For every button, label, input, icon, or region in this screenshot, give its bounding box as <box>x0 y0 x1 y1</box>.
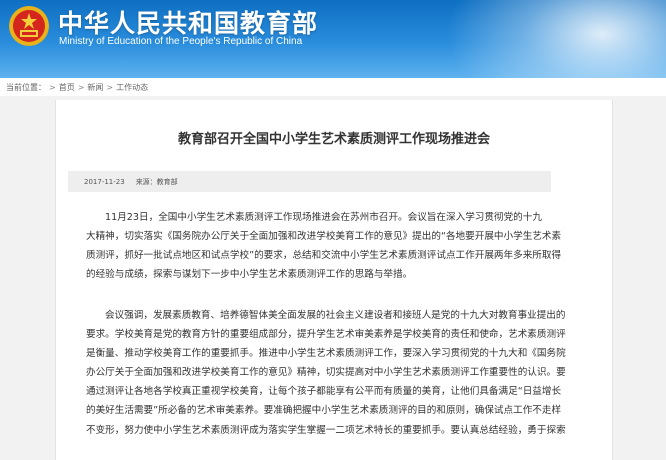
article-paragraph-2: 会议强调，发展素质教育、培养德智体美全面发展的社会主义建设者和接班人是党的十九大… <box>86 306 588 440</box>
breadcrumb-news[interactable]: 新闻 <box>87 82 103 93</box>
paragraph-line: 11月23日，全国中小学生艺术素质测评工作现场推进会在苏州市召开。会议旨在深入学… <box>105 212 542 223</box>
article-date: 2017-11-23 <box>84 177 125 186</box>
breadcrumb-home[interactable]: 首页 <box>59 82 75 93</box>
paragraph-line: 的美好生活需要”所必备的艺术审美素养。要准确把握中小学生艺术素质测评的目的和原则… <box>86 405 562 417</box>
paragraph-line: 的经验与成绩，探索与谋划下一步中小学生艺术素质测评工作的思路与举措。 <box>86 269 413 281</box>
breadcrumb-separator: > <box>106 82 114 92</box>
paragraph-line: 是衡量、推动学校美育工作的重要抓手。推进中小学生艺术素质测评工作，要深入学习贯彻… <box>86 348 566 360</box>
breadcrumb: 当前位置： > 首页 > 新闻 > 工作动态 <box>0 78 666 96</box>
paragraph-line: 不变形，努力使中小学生艺术素质测评成为落实学生掌握一二项艺术特长的重要抓手。要认… <box>86 424 566 436</box>
article-source: 来源：教育部 <box>135 177 178 186</box>
breadcrumb-separator: > <box>49 82 56 92</box>
article-panel: 教育部召开全国中小学生艺术素质测评工作现场推进会 2017-11-23 来源：教… <box>55 100 613 460</box>
paragraph-line: 要求。学校美育是党的教育方针的重要组成部分，提升学生艺术审美素养是学校美育的责任… <box>86 329 566 341</box>
paragraph-line: 会议强调，发展素质教育、培养德智体美全面发展的社会主义建设者和接班人是党的十九大… <box>105 310 566 321</box>
paragraph-line: 通过测评让各地各学校真正重视学校美育，让每个孩子都能享有公平而有质量的美育，让他… <box>86 386 562 398</box>
breadcrumb-label: 当前位置： <box>6 82 46 92</box>
article-meta: 2017-11-23 来源：教育部 <box>68 171 551 192</box>
paragraph-line: 质测评，抓好一批试点地区和试点学校”的要求，总结和交流中小学生艺术素质测评试点工… <box>86 250 562 262</box>
site-title[interactable]: 中华人民共和国教育部 <box>58 4 318 40</box>
national-emblem-logo[interactable] <box>8 5 50 47</box>
article-paragraph-1: 11月23日，全国中小学生艺术素质测评工作现场推进会在苏州市召开。会议旨在深入学… <box>86 208 588 284</box>
dandelion-decoration <box>446 0 666 78</box>
article-title: 教育部召开全国中小学生艺术素质测评工作现场推进会 <box>177 132 490 147</box>
site-banner: 中华人民共和国教育部 Ministry of Education of the … <box>0 0 666 78</box>
breadcrumb-work-updates[interactable]: 工作动态 <box>116 82 148 93</box>
paragraph-line: 办公厅关于全面加强和改进学校美育工作的意见》精神，切实提高对中小学生艺术素质测评… <box>86 367 566 379</box>
site-subtitle: Ministry of Education of the People's Re… <box>59 36 303 47</box>
paragraph-line: 大精神，切实落实《国务院办公厅关于全面加强和改进学校美育工作的意见》提出的“各地… <box>86 231 562 243</box>
breadcrumb-separator: > <box>77 82 85 92</box>
